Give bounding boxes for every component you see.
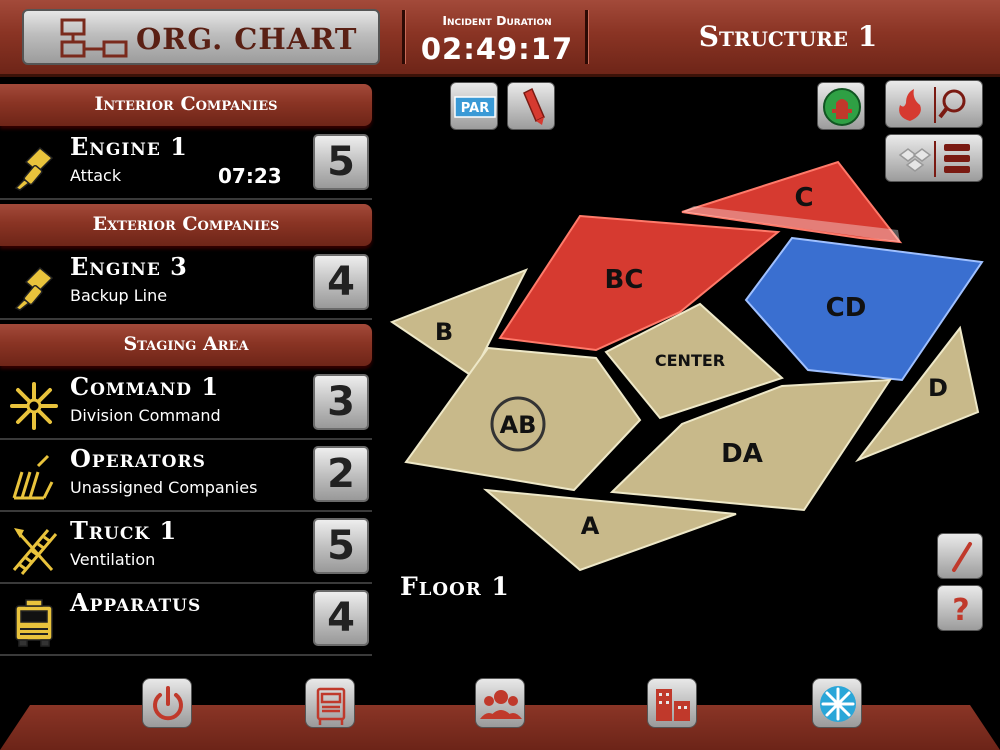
- zone-label: CENTER: [655, 351, 725, 370]
- zone-label: C: [794, 183, 813, 213]
- zone-label: B: [435, 318, 453, 346]
- draw-button[interactable]: [937, 533, 983, 579]
- floor-label[interactable]: Floor 1: [400, 572, 510, 601]
- buildings-button[interactable]: [647, 678, 697, 728]
- zone-a[interactable]: A: [482, 488, 737, 572]
- pencil-icon: [952, 542, 972, 572]
- zone-label: DA: [721, 439, 763, 469]
- buildings-icon: [656, 689, 690, 721]
- help-button[interactable]: ?: [937, 585, 983, 631]
- snowflake-icon: [820, 686, 856, 722]
- zone-label: D: [928, 374, 948, 402]
- zone-label: AB: [500, 411, 537, 439]
- personnel-icon: [480, 690, 522, 719]
- zone-ab[interactable]: AB: [404, 346, 642, 492]
- apparatus-button[interactable]: [305, 678, 355, 728]
- staging-button[interactable]: [812, 678, 862, 728]
- zone-label: CD: [826, 293, 867, 323]
- personnel-button[interactable]: [475, 678, 525, 728]
- help-label: ?: [952, 593, 969, 628]
- fire-truck-icon: [316, 687, 346, 725]
- help-icon: ?: [952, 593, 969, 628]
- zone-label: A: [581, 512, 600, 540]
- power-icon: [153, 686, 183, 721]
- power-button[interactable]: [142, 678, 192, 728]
- zone-bc[interactable]: BC: [498, 214, 781, 352]
- zone-label: BC: [605, 265, 644, 295]
